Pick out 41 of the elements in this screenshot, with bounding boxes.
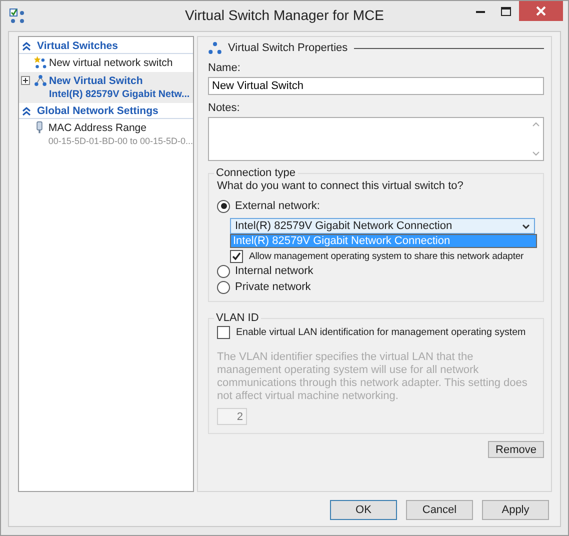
sidebar-item[interactable]: New virtual network switch — [19, 54, 193, 72]
item-detail: Intel(R) 82579V Gigabit Netw... — [49, 88, 190, 101]
network-icon — [34, 74, 47, 87]
notes-field[interactable] — [208, 117, 544, 161]
field-label: Name: — [208, 62, 242, 74]
dialog-button[interactable]: OK — [330, 500, 397, 520]
network-star-icon — [34, 56, 47, 69]
app-icon — [9, 8, 25, 24]
item-label: New virtual network switch — [49, 57, 173, 70]
sidebar-item[interactable]: New Virtual Switch Intel(R) 82579V Gigabit Netw... — [19, 72, 193, 103]
scroll-up-icon — [532, 122, 540, 127]
remove-button[interactable]: Remove — [488, 441, 544, 458]
collapse-icon — [22, 106, 31, 116]
name-field[interactable]: New Virtual Switch — [208, 77, 544, 95]
group-title: Connection type — [215, 167, 296, 179]
window-title: Virtual Switch Manager for MCE — [185, 7, 384, 23]
section-header[interactable]: Virtual Switches — [19, 39, 193, 54]
question-text: What do you want to connect this virtual switch to? — [217, 180, 464, 192]
close-button[interactable] — [519, 1, 563, 21]
section-heading: Virtual Switch Properties — [228, 42, 348, 54]
sidebar-item[interactable]: MAC Address Range 00-15-5D-01-BD-00 to 00-15-5D-0... — [19, 119, 193, 150]
section-header[interactable]: Global Network Settings — [19, 104, 193, 119]
radio-option[interactable]: External network: — [217, 198, 535, 214]
field-label: Notes: — [208, 102, 241, 114]
maximize-icon — [501, 6, 511, 16]
close-icon — [536, 6, 546, 16]
adapter-dropdown[interactable]: Intel(R) 82579V Gigabit Network Connection — [230, 218, 535, 234]
radio-option[interactable]: Private network — [217, 279, 535, 295]
minimize-icon — [476, 10, 484, 12]
network-icon — [208, 41, 222, 55]
radio-option[interactable]: Internal network — [217, 263, 535, 279]
group-title: VLAN ID — [215, 312, 260, 324]
dialog-button[interactable]: Cancel — [406, 500, 473, 520]
dialog-button[interactable]: Apply — [482, 500, 549, 520]
collapse-icon — [22, 42, 31, 50]
share-checkbox[interactable]: Allow management operating system to share this network adapter — [230, 249, 524, 263]
item-detail: 00-15-5D-01-BD-00 to 00-15-5D-0... — [48, 135, 193, 148]
scroll-down-icon — [532, 151, 540, 156]
item-label: New Virtual Switch — [49, 75, 144, 88]
item-label: MAC Address Range — [48, 122, 148, 135]
vlan-description: The VLAN identifier specifies the virtual LAN that the management operating system will use for all network communications through this network adapter. This setting does not affect virtual machine networking. — [217, 351, 528, 403]
